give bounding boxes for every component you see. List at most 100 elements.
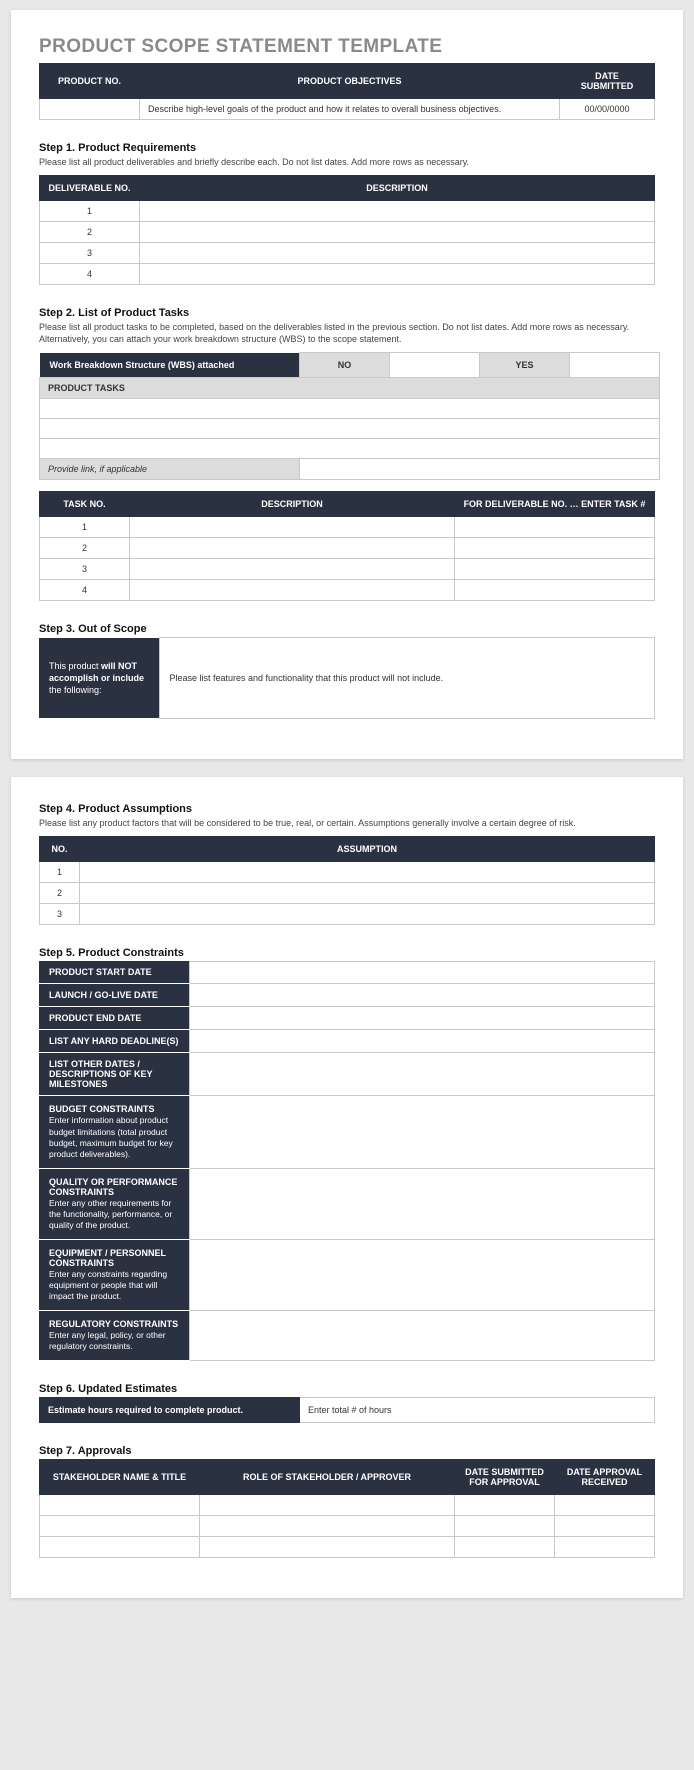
deliverable-desc[interactable] — [140, 243, 655, 264]
appr-date-rec[interactable] — [555, 1516, 655, 1537]
wbs-no-input[interactable] — [390, 353, 480, 378]
deliverable-no[interactable]: 3 — [40, 243, 140, 264]
task-desc[interactable] — [130, 538, 455, 559]
constraint-input[interactable] — [189, 984, 655, 1007]
task-desc[interactable] — [130, 517, 455, 538]
objectives-text[interactable]: Describe high-level goals of the product… — [140, 99, 560, 120]
constraint-label: PRODUCT END DATE — [39, 1007, 189, 1030]
task-no[interactable]: 2 — [40, 538, 130, 559]
constraint-label: QUALITY OR PERFORMANCE CONSTRAINTSEnter … — [39, 1168, 189, 1239]
step1-h1: DELIVERABLE NO. — [40, 176, 140, 201]
step2-subtitle: Please list all product tasks to be comp… — [39, 321, 655, 345]
estimate-input[interactable]: Enter total # of hours — [300, 1398, 655, 1423]
constraint-input[interactable] — [189, 1239, 655, 1310]
deliverable-desc[interactable] — [140, 264, 655, 285]
task-h3: FOR DELIVERABLE NO. … ENTER TASK # — [455, 492, 655, 517]
assump-text[interactable] — [80, 882, 655, 903]
appr-role[interactable] — [200, 1495, 455, 1516]
task-h1: TASK NO. — [40, 492, 130, 517]
task-table: TASK NO. DESCRIPTION FOR DELIVERABLE NO.… — [39, 491, 655, 601]
step2-title: Step 2. List of Product Tasks — [39, 307, 655, 319]
assump-text[interactable] — [80, 861, 655, 882]
task-deliv[interactable] — [455, 580, 655, 601]
step6-title: Step 6. Updated Estimates — [39, 1383, 655, 1395]
date-submitted-value[interactable]: 00/00/0000 — [560, 99, 655, 120]
constraint-label: PRODUCT START DATE — [39, 961, 189, 984]
header-date-submitted: DATE SUBMITTED — [560, 64, 655, 99]
task-deliv[interactable] — [455, 517, 655, 538]
task-no[interactable]: 4 — [40, 580, 130, 601]
step1-table: DELIVERABLE NO. DESCRIPTION 1 2 3 4 — [39, 175, 655, 285]
wbs-link-input[interactable] — [300, 459, 660, 480]
oos-label-pre: This product — [49, 661, 101, 671]
page-1: PRODUCT SCOPE STATEMENT TEMPLATE PRODUCT… — [11, 10, 683, 759]
task-desc[interactable] — [130, 559, 455, 580]
product-no-input[interactable] — [40, 99, 140, 120]
deliverable-no[interactable]: 1 — [40, 201, 140, 222]
assump-no[interactable]: 3 — [40, 903, 80, 924]
approvals-table: STAKEHOLDER NAME & TITLE ROLE OF STAKEHO… — [39, 1459, 655, 1558]
appr-date-sub[interactable] — [455, 1537, 555, 1558]
appr-name[interactable] — [40, 1495, 200, 1516]
constraint-label: REGULATORY CONSTRAINTSEnter any legal, p… — [39, 1310, 189, 1360]
deliverable-desc[interactable] — [140, 201, 655, 222]
assump-no[interactable]: 2 — [40, 882, 80, 903]
estimates-table: Estimate hours required to complete prod… — [39, 1397, 655, 1423]
page-2: Step 4. Product Assumptions Please list … — [11, 777, 683, 1598]
wbs-yes-input[interactable] — [570, 353, 660, 378]
estimate-label: Estimate hours required to complete prod… — [40, 1398, 300, 1423]
wbs-label: Work Breakdown Structure (WBS) attached — [40, 353, 300, 378]
wbs-table: Work Breakdown Structure (WBS) attached … — [39, 352, 660, 480]
task-no[interactable]: 3 — [40, 559, 130, 580]
appr-name[interactable] — [40, 1516, 200, 1537]
task-deliv[interactable] — [455, 559, 655, 580]
constraint-input[interactable] — [189, 1030, 655, 1053]
constraint-label: EQUIPMENT / PERSONNEL CONSTRAINTSEnter a… — [39, 1239, 189, 1310]
deliverable-no[interactable]: 2 — [40, 222, 140, 243]
product-task-row[interactable] — [40, 399, 660, 419]
step3-title: Step 3. Out of Scope — [39, 623, 655, 635]
constraints-table: PRODUCT START DATE LAUNCH / GO-LIVE DATE… — [39, 961, 655, 1361]
appr-h1: STAKEHOLDER NAME & TITLE — [40, 1460, 200, 1495]
appr-h3: DATE SUBMITTED FOR APPROVAL — [455, 1460, 555, 1495]
deliverable-desc[interactable] — [140, 222, 655, 243]
header-product-no: PRODUCT NO. — [40, 64, 140, 99]
appr-date-sub[interactable] — [455, 1495, 555, 1516]
constraint-input[interactable] — [189, 1168, 655, 1239]
assump-no[interactable]: 1 — [40, 861, 80, 882]
constraint-input[interactable] — [189, 1053, 655, 1096]
appr-role[interactable] — [200, 1516, 455, 1537]
oos-text[interactable]: Please list features and functionality t… — [159, 638, 655, 718]
step4-title: Step 4. Product Assumptions — [39, 803, 655, 815]
wbs-link-label: Provide link, if applicable — [40, 459, 300, 480]
constraint-input[interactable] — [189, 1096, 655, 1168]
task-h2: DESCRIPTION — [130, 492, 455, 517]
appr-h2: ROLE OF STAKEHOLDER / APPROVER — [200, 1460, 455, 1495]
appr-role[interactable] — [200, 1537, 455, 1558]
assump-text[interactable] — [80, 903, 655, 924]
appr-h4: DATE APPROVAL RECEIVED — [555, 1460, 655, 1495]
assump-h1: NO. — [40, 836, 80, 861]
constraint-label: LAUNCH / GO-LIVE DATE — [39, 984, 189, 1007]
constraint-label: LIST ANY HARD DEADLINE(S) — [39, 1030, 189, 1053]
deliverable-no[interactable]: 4 — [40, 264, 140, 285]
constraint-label: BUDGET CONSTRAINTSEnter information abou… — [39, 1096, 189, 1168]
document-title: PRODUCT SCOPE STATEMENT TEMPLATE — [39, 36, 655, 58]
appr-date-rec[interactable] — [555, 1537, 655, 1558]
assumptions-table: NO. ASSUMPTION 1 2 3 — [39, 836, 655, 925]
step4-subtitle: Please list any product factors that wil… — [39, 817, 655, 829]
constraint-input[interactable] — [189, 1007, 655, 1030]
constraint-input[interactable] — [189, 961, 655, 984]
constraint-input[interactable] — [189, 1310, 655, 1360]
task-desc[interactable] — [130, 580, 455, 601]
appr-date-rec[interactable] — [555, 1495, 655, 1516]
step1-h2: DESCRIPTION — [140, 176, 655, 201]
task-no[interactable]: 1 — [40, 517, 130, 538]
task-deliv[interactable] — [455, 538, 655, 559]
appr-name[interactable] — [40, 1537, 200, 1558]
header-table: PRODUCT NO. PRODUCT OBJECTIVES DATE SUBM… — [39, 63, 655, 120]
product-task-row[interactable] — [40, 419, 660, 439]
step1-title: Step 1. Product Requirements — [39, 142, 655, 154]
appr-date-sub[interactable] — [455, 1516, 555, 1537]
product-task-row[interactable] — [40, 439, 660, 459]
